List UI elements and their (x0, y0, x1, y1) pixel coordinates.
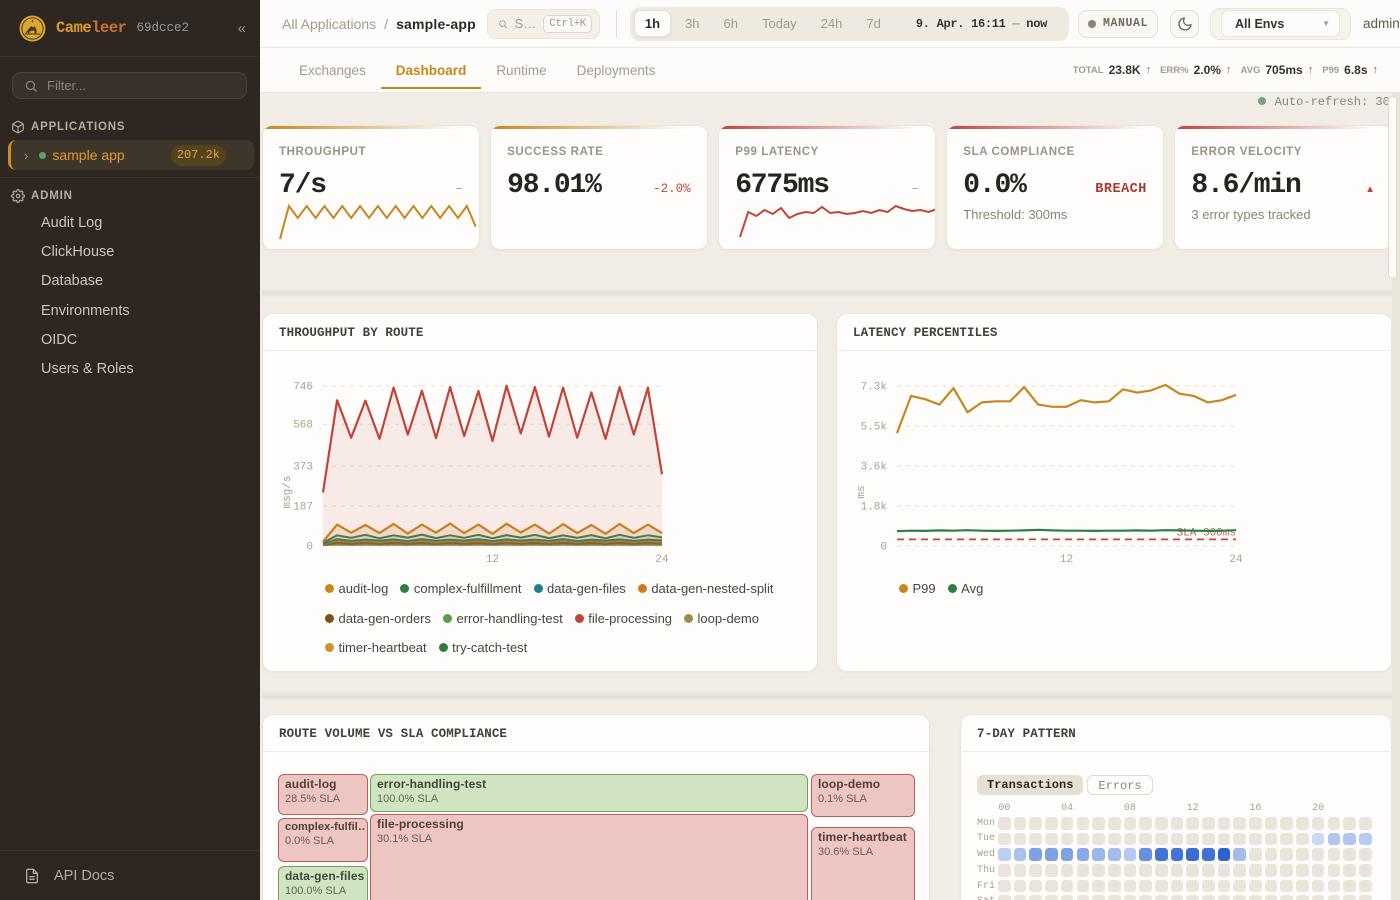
svg-text:24: 24 (1229, 554, 1243, 566)
svg-text:746: 746 (293, 382, 313, 394)
svg-text:0: 0 (306, 542, 313, 554)
svg-text:373: 373 (293, 462, 313, 474)
svg-text:3.6k: 3.6k (861, 462, 888, 474)
svg-text:568: 568 (293, 420, 313, 432)
svg-text:SLA 300ms: SLA 300ms (1177, 527, 1236, 539)
svg-text:7.3k: 7.3k (861, 382, 888, 394)
svg-text:12: 12 (486, 554, 499, 566)
svg-text:12: 12 (1060, 554, 1073, 566)
svg-text:msg/s: msg/s (282, 475, 294, 508)
svg-text:ms: ms (856, 485, 868, 498)
svg-text:24: 24 (655, 554, 669, 566)
svg-text:187: 187 (293, 501, 313, 513)
svg-text:5.5k: 5.5k (861, 422, 888, 434)
svg-text:1.8k: 1.8k (861, 502, 888, 514)
svg-text:0: 0 (880, 542, 887, 554)
